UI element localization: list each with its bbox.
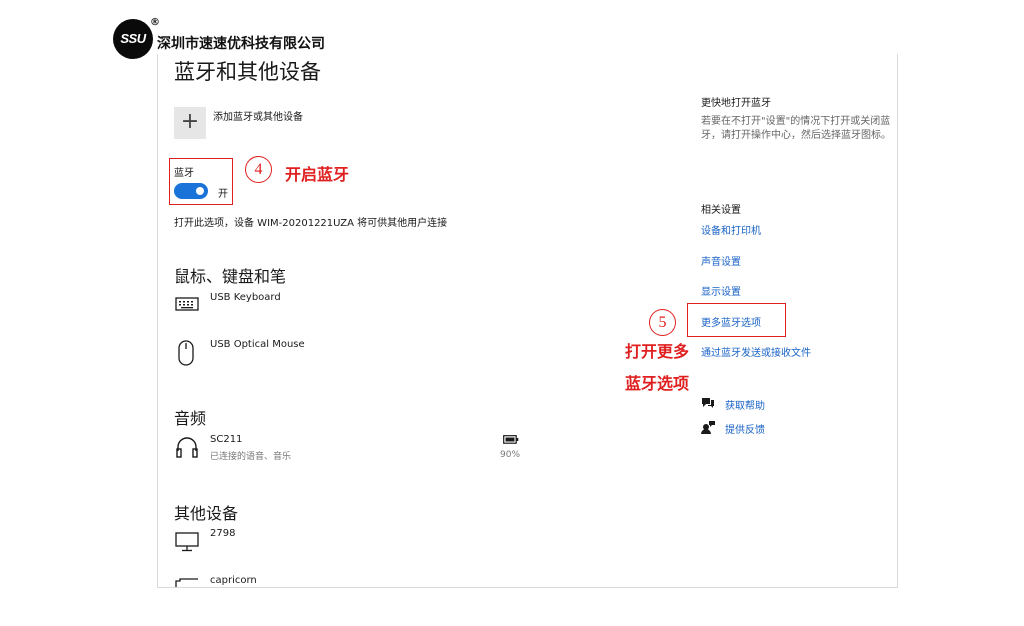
monitor-icon: [175, 532, 199, 552]
quick-open-description: 若要在不打开"设置"的情况下打开或关闭蓝牙，请打开操作中心，然后选择蓝牙图标。: [701, 116, 891, 141]
add-device-button[interactable]: +: [174, 107, 206, 139]
brand-logo: SSU: [113, 19, 153, 59]
link-send-receive-files[interactable]: 通过蓝牙发送或接收文件: [701, 344, 811, 359]
feedback-icon: [701, 421, 715, 434]
device-name-capricorn[interactable]: capricorn: [210, 575, 257, 586]
page-title: 蓝牙和其他设备: [174, 60, 321, 84]
device-name-keyboard[interactable]: USB Keyboard: [210, 292, 281, 303]
device-name-mouse[interactable]: USB Optical Mouse: [210, 339, 305, 350]
step5-badge: 5: [649, 309, 676, 336]
link-display-settings[interactable]: 显示设置: [701, 283, 741, 298]
bluetooth-toggle[interactable]: [174, 183, 208, 199]
discoverable-description: 打开此选项，设备 WIM-20201221UZA 将可供其他用户连接: [174, 218, 448, 229]
toggle-state-label: 开: [218, 189, 228, 200]
section-heading-mouse-keyboard: 鼠标、键盘和笔: [174, 267, 287, 286]
link-more-bluetooth-options[interactable]: 更多蓝牙选项: [701, 314, 761, 329]
device-name-2798[interactable]: 2798: [210, 528, 235, 539]
brand-logo-text: SSU: [120, 31, 146, 46]
headphones-icon: [176, 437, 198, 458]
section-heading-other: 其他设备: [174, 504, 239, 523]
step5-annotation-line1: 打开更多: [625, 342, 690, 361]
keyboard-icon: [175, 297, 199, 311]
step4-annotation: 开启蓝牙: [285, 165, 350, 184]
link-devices-printers[interactable]: 设备和打印机: [701, 222, 761, 237]
battery-icon: [503, 435, 519, 444]
mouse-icon: [178, 340, 194, 366]
link-get-help[interactable]: 获取帮助: [725, 397, 765, 412]
device-icon: [175, 578, 198, 587]
add-device-label[interactable]: 添加蓝牙或其他设备: [213, 108, 303, 123]
battery-level: 90%: [500, 450, 521, 460]
company-name: 深圳市速速优科技有限公司: [157, 36, 325, 52]
help-icon: [702, 398, 714, 408]
bluetooth-label: 蓝牙: [174, 168, 194, 179]
device-name-sc211[interactable]: SC211: [210, 434, 242, 445]
step5-annotation-line2: 蓝牙选项: [625, 374, 690, 393]
link-sound-settings[interactable]: 声音设置: [701, 253, 741, 268]
section-heading-audio: 音频: [174, 409, 207, 428]
link-give-feedback[interactable]: 提供反馈: [725, 421, 765, 436]
quick-open-heading: 更快地打开蓝牙: [701, 98, 771, 109]
plus-icon: +: [180, 109, 200, 134]
toggle-knob: [196, 187, 204, 195]
step4-badge: 4: [245, 156, 272, 183]
device-status-sc211: 已连接的语音、音乐: [210, 452, 292, 462]
related-settings-heading: 相关设置: [701, 205, 741, 216]
registered-mark: ®: [150, 17, 160, 28]
